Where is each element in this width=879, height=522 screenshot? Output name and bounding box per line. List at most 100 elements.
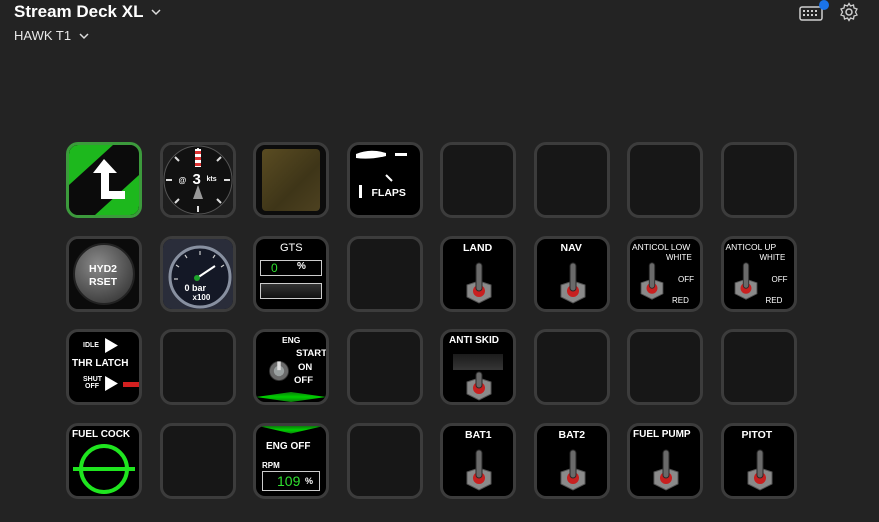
rpm-unit: % xyxy=(305,475,314,486)
gts-value: 0 xyxy=(271,260,278,275)
pressure-reading: 0 bar xyxy=(184,282,207,293)
anticol-low-off: OFF xyxy=(678,274,694,284)
key-empty[interactable] xyxy=(440,142,516,218)
bat2-label: BAT2 xyxy=(558,428,586,441)
toggle-switch-icon xyxy=(734,261,757,300)
gts-unit: % xyxy=(297,260,306,272)
toggle-switch-icon xyxy=(640,261,664,300)
chevron-down-icon xyxy=(151,9,161,16)
toggle-switch-icon xyxy=(653,449,679,491)
key-fuel-pump[interactable]: FUEL PUMP xyxy=(627,422,703,499)
anticol-up-off: OFF xyxy=(771,274,788,284)
key-blank-panel[interactable] xyxy=(253,142,329,218)
key-land[interactable]: LAND xyxy=(440,235,516,312)
key-empty[interactable] xyxy=(627,329,703,405)
key-eng-start[interactable]: ENG START ON OFF xyxy=(253,329,329,405)
panel-texture xyxy=(262,149,320,211)
play-arrow-icon xyxy=(105,376,118,391)
pitot-label: PITOT xyxy=(741,428,773,441)
key-empty[interactable] xyxy=(627,142,703,218)
key-bat2[interactable]: BAT2 xyxy=(533,422,610,499)
key-fuel-cock[interactable]: FUEL COCK xyxy=(66,422,142,499)
toggle-switch-icon xyxy=(747,449,772,491)
thr-off-label: OFF xyxy=(85,383,99,390)
key-empty[interactable] xyxy=(346,329,423,405)
key-empty[interactable] xyxy=(720,142,797,218)
device-name: Stream Deck XL xyxy=(14,2,144,21)
key-thr-latch[interactable]: IDLE THR LATCH SHUT OFF xyxy=(66,329,142,405)
device-selector[interactable]: Stream Deck XL xyxy=(14,2,161,22)
profile-selector[interactable]: HAWK T1 xyxy=(14,28,89,43)
anticol-up-label: ANTICOL UP xyxy=(725,241,777,252)
key-empty[interactable] xyxy=(346,422,423,499)
key-empty[interactable] xyxy=(159,422,236,499)
anticol-up-red: RED xyxy=(765,295,783,305)
profile-name: HAWK T1 xyxy=(14,28,72,43)
thr-latch-label: THR LATCH xyxy=(72,358,129,369)
pressure-scale: x100 xyxy=(192,292,211,302)
key-airspeed-gauge[interactable]: @ 3 kts xyxy=(159,142,236,218)
shutoff-indicator xyxy=(123,382,139,387)
key-empty[interactable] xyxy=(720,329,797,405)
key-back[interactable] xyxy=(66,142,142,218)
land-label: LAND xyxy=(463,241,493,254)
toggle-switch-icon xyxy=(466,262,492,304)
gear-icon[interactable] xyxy=(839,2,859,22)
rpm-display: 109 % xyxy=(262,470,320,491)
chevron-down-icon xyxy=(79,32,89,39)
eng-on-label: ON xyxy=(298,362,313,373)
thr-idle-label: IDLE xyxy=(83,342,99,349)
hyd2-label: HYD2 xyxy=(89,262,118,275)
rpm-indicator-strip xyxy=(256,425,326,434)
key-empty[interactable] xyxy=(533,329,610,405)
anticol-low-label: ANTICOL LOW xyxy=(632,241,691,252)
toggle-switch-icon xyxy=(466,371,492,401)
key-pitot[interactable]: PITOT xyxy=(720,422,797,499)
play-arrow-icon xyxy=(105,338,118,353)
key-anticol-low[interactable]: ANTICOL LOW WHITE OFF RED xyxy=(627,235,703,312)
keyboard-icon[interactable] xyxy=(799,0,829,22)
gts-bar xyxy=(260,282,322,299)
key-empty[interactable] xyxy=(533,142,610,218)
rpm-value: 109 xyxy=(277,472,301,489)
key-pressure-gauge[interactable]: 0 bar x100 xyxy=(159,235,236,312)
key-bat1[interactable]: BAT1 xyxy=(440,422,516,499)
key-grid: @ 3 kts FLAPS HYD2 RSET 0 bar x100 GTS 0… xyxy=(66,142,797,499)
key-hyd2-reset[interactable]: HYD2 RSET xyxy=(66,235,142,312)
key-flaps[interactable]: FLAPS xyxy=(346,142,423,218)
rset-label: RSET xyxy=(89,275,118,288)
gts-display: 0 % xyxy=(260,259,322,276)
key-anti-skid[interactable]: ANTI SKID xyxy=(440,329,516,405)
header-actions xyxy=(799,0,859,22)
key-empty[interactable] xyxy=(159,329,236,405)
bat1-label: BAT1 xyxy=(465,428,492,441)
eng-start-label: START xyxy=(296,348,326,359)
airspeed-unit: kts xyxy=(206,176,217,183)
toggle-switch-icon xyxy=(560,262,585,304)
rpm-label: RPM xyxy=(262,460,280,470)
notification-badge xyxy=(819,0,829,10)
arrow-up-left-icon xyxy=(69,145,139,215)
toggle-switch-icon xyxy=(466,449,492,491)
rotary-knob-icon xyxy=(269,361,289,381)
key-gts[interactable]: GTS 0 % xyxy=(253,235,329,312)
toggle-switch-icon xyxy=(560,449,585,491)
key-eng-off-rpm[interactable]: ENG OFF RPM 109 % xyxy=(253,422,329,499)
eng-off-label: ENG OFF xyxy=(266,440,311,452)
airspeed-at: @ xyxy=(178,176,187,185)
eng-indicator-strip xyxy=(256,392,326,402)
thr-shut-label: SHUT xyxy=(83,376,103,383)
anti-skid-label: ANTI SKID xyxy=(449,335,499,346)
nav-label: NAV xyxy=(560,241,582,254)
flaps-label: FLAPS xyxy=(371,187,406,199)
fuel-pump-label: FUEL PUMP xyxy=(633,428,691,440)
flaps-indicator-icon xyxy=(355,150,407,198)
airspeed-value: 3 xyxy=(192,171,201,188)
fuel-valve-icon xyxy=(73,443,135,494)
anticol-low-red: RED xyxy=(672,295,689,305)
eng-label: ENG xyxy=(282,335,301,345)
key-nav[interactable]: NAV xyxy=(533,235,610,312)
key-empty[interactable] xyxy=(346,235,423,312)
key-anticol-up[interactable]: ANTICOL UP WHITE OFF RED xyxy=(720,235,797,312)
eng-off-label: OFF xyxy=(294,375,313,386)
